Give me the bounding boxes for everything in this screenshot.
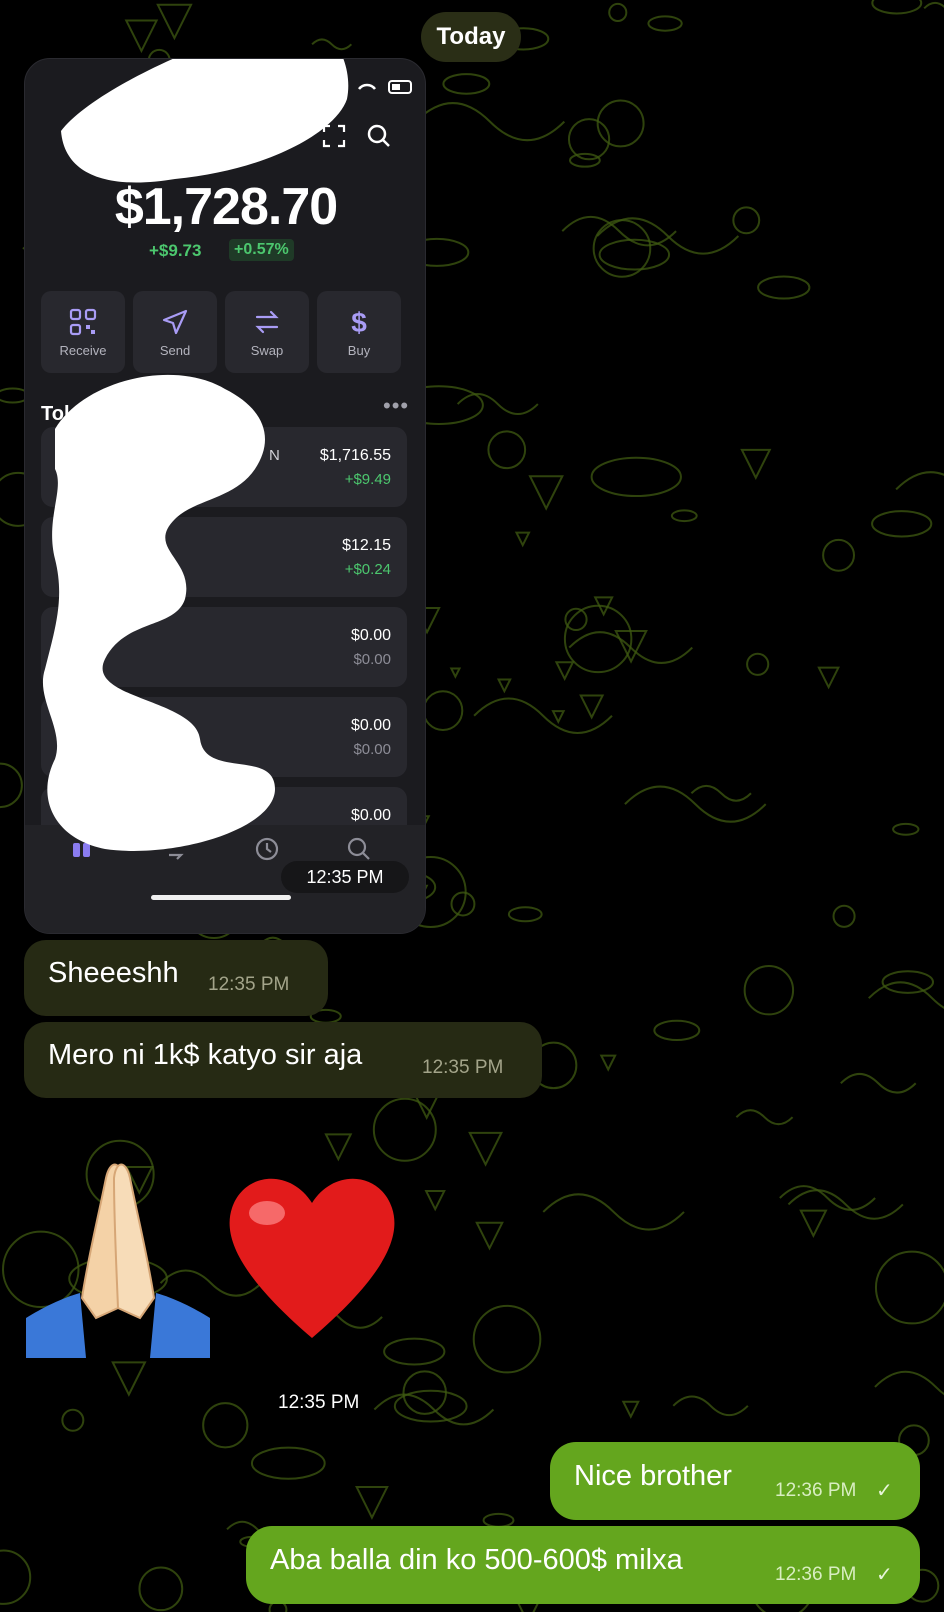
wallpaper-doodle [735,1109,794,1126]
wallpaper-doodle [599,1054,617,1072]
wallpaper-doodle [923,1,944,10]
wallpaper-doodle [868,981,944,1009]
emoji-message-art [26,1163,395,1358]
emoji-message[interactable] [22,1158,442,1358]
wallpaper-doodle [355,1485,389,1520]
wallpaper-doodle [422,690,464,731]
wallpaper-doodle [746,652,770,676]
red-heart-icon [229,1178,395,1338]
sent-check-icon: ✓ [876,1564,893,1586]
wallpaper-doodle [0,762,23,809]
wallpaper-doodle [892,822,920,836]
wallpaper-doodle [672,1395,749,1417]
wallpaper-doodle [608,2,628,22]
wallpaper-doodle [456,393,539,416]
wallpaper-doodle [311,38,353,51]
wallpaper-doodle [487,430,527,470]
wallpaper-doodle [551,710,566,725]
wallpaper-doodle [542,1193,685,1231]
wallpaper-doodle [822,538,855,572]
wallpaper-doodle [496,678,512,694]
wallpaper-doodle [732,206,761,235]
wallpaper-doodle [740,448,772,480]
message-text: Aba balla din ko 500-600$ milxa [270,1544,683,1576]
wallpaper-doodle [647,15,683,32]
wallpaper-doodle [514,531,531,548]
wallpaper-doodle [779,1185,876,1211]
sent-check-icon: ✓ [876,1480,893,1502]
wallpaper-doodle [871,0,923,15]
wallpaper-doodle [568,152,601,168]
wallpaper-doodle [624,785,767,823]
wallpaper-doodle [840,1072,917,1094]
outgoing-message[interactable]: Nice brother 12:36 PM ✓ [550,1442,920,1520]
message-time: 12:35 PM [278,1392,360,1413]
wallpaper-doodle [138,1566,184,1612]
wallpaper-doodle [442,73,491,95]
wallpaper-doodle [372,1097,437,1162]
wallpaper-doodle [324,1133,353,1162]
message-time: 12:36 PM [775,1480,857,1501]
wallpaper-doodle [61,1408,85,1432]
wallpaper-doodle [475,1221,504,1251]
wallpaper-doodle [874,1370,944,1396]
wallpaper-doodle [124,19,159,54]
wallpaper-doodle [787,1189,904,1220]
wallpaper-doodle [895,471,944,491]
outgoing-message[interactable]: Aba balla din ko 500-600$ milxa 12:36 PM… [246,1526,920,1604]
wallpaper-doodle [0,1549,32,1605]
message-time: 12:36 PM [775,1564,857,1585]
wallpaper-doodle [817,666,841,690]
wallpaper-doodle [111,1361,147,1397]
incoming-message[interactable]: Sheeeshh 12:35 PM [24,940,328,1016]
wallpaper-doodle [590,456,682,498]
wallpaper-doodle [564,607,588,632]
redaction-scribble [42,59,349,851]
wallpaper-doodle [554,661,575,682]
wallpaper-doodle [507,906,543,923]
message-text: Nice brother [574,1460,732,1492]
wallpaper-doodle [156,3,193,41]
message-time: 12:35 PM [422,1057,504,1078]
praying-hands-icon [26,1163,210,1358]
wallet-screenshot-message[interactable]: $1,728.70 +$9.73 +0.57% Receive Send Swa… [24,58,426,934]
wallpaper-doodle [653,1019,701,1041]
wallpaper-doodle [874,1250,944,1325]
wallpaper-doodle [482,1512,515,1528]
wallpaper-doodle [202,1402,249,1449]
wallpaper-doodle [670,509,698,523]
message-text: Mero ni 1k$ katyo sir aja [48,1039,363,1071]
message-time: 12:35 PM [208,974,290,995]
wallpaper-doodle [832,904,856,928]
incoming-message[interactable]: Mero ni 1k$ katyo sir aja 12:35 PM [24,1022,542,1098]
wallpaper-doodle [449,667,462,679]
wallpaper-doodle [596,99,645,148]
wallpaper-doodle [743,964,795,1016]
wallpaper-doodle [579,694,605,720]
wallpaper-doodle [472,1304,542,1374]
wallpaper-doodle [528,475,564,511]
wallpaper-doodle [871,510,933,538]
wallpaper-doodle [799,1209,828,1239]
wallpaper-doodle [690,784,752,802]
message-text: Sheeeshh [48,957,179,989]
wallpaper-doodle [414,102,566,142]
wallpaper-doodle [596,217,740,255]
wallpaper-doodle [757,275,811,300]
date-divider: Today [421,12,521,62]
wallpaper-doodle [881,970,935,994]
wallpaper-doodle [468,1131,504,1167]
wallpaper-doodle [621,1400,640,1419]
wallpaper-doodle [373,1393,495,1426]
wallpaper-doodle [250,1446,326,1480]
